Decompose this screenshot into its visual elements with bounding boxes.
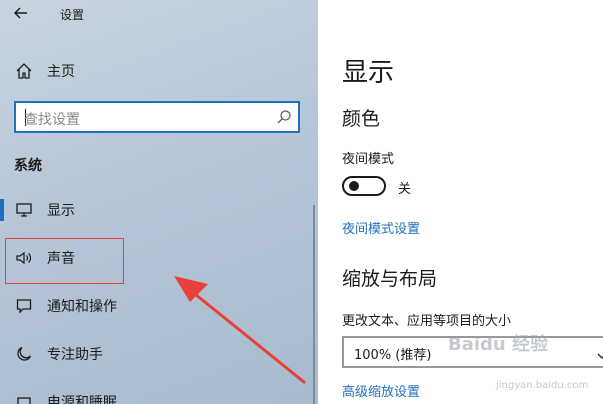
dropdown-value: 100% (推荐) <box>354 348 432 363</box>
toggle-knob <box>349 181 359 191</box>
annotation-highlight-box <box>5 238 124 284</box>
title-bar: 设置 <box>0 0 318 30</box>
back-arrow-icon[interactable] <box>12 4 34 24</box>
annotation-arrow-icon <box>174 276 306 384</box>
section-label: 系统 <box>14 158 42 174</box>
search-icon[interactable] <box>276 109 292 125</box>
chevron-down-icon <box>596 347 603 359</box>
sidebar-item-label: 电源和睡眠 <box>47 395 117 404</box>
watermark-logo: Baidu 经验 <box>448 334 549 355</box>
sidebar-item-home[interactable]: 主页 <box>14 58 294 84</box>
night-mode-settings-link[interactable]: 夜间模式设置 <box>342 218 420 237</box>
page-title: 显示 <box>342 58 395 88</box>
sidebar-item-label: 显示 <box>47 203 75 219</box>
sidebar-item-label: 通知和操作 <box>47 299 117 315</box>
moon-icon <box>14 344 34 364</box>
scale-label: 更改文本、应用等项目的大小 <box>342 314 512 329</box>
window-title: 设置 <box>60 8 85 22</box>
home-icon <box>14 61 34 81</box>
content-pane: 显示 颜色 夜间模式 关 夜间模式设置 缩放与布局 更改文本、应用等项目的大小 … <box>318 0 603 404</box>
notification-icon <box>14 296 34 316</box>
night-mode-state: 关 <box>398 182 412 197</box>
sidebar-item-display[interactable]: 显示 <box>14 197 294 223</box>
search-input[interactable]: 查找设置 <box>14 101 300 133</box>
scale-heading: 缩放与布局 <box>342 268 438 290</box>
night-mode-label: 夜间模式 <box>342 152 395 167</box>
power-icon <box>14 392 34 404</box>
color-heading: 颜色 <box>342 108 381 130</box>
watermark-url: jingyan.baidu.com <box>496 380 589 391</box>
monitor-icon <box>14 200 34 220</box>
sidebar-item-label: 专注助手 <box>47 347 103 363</box>
advanced-scaling-link[interactable]: 高级缩放设置 <box>342 381 420 400</box>
sidebar-item-label: 主页 <box>47 64 75 80</box>
search-placeholder: 查找设置 <box>24 112 80 128</box>
night-mode-toggle[interactable] <box>342 176 386 196</box>
selection-indicator <box>0 199 4 221</box>
